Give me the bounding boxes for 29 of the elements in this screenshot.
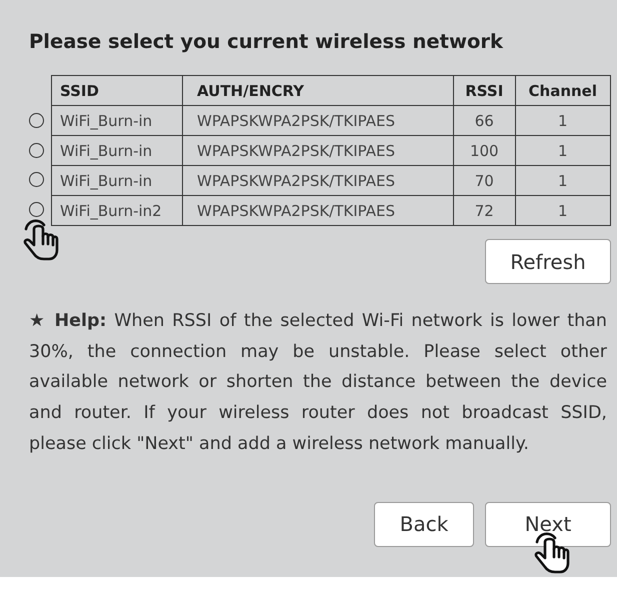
table-cell: 100 xyxy=(454,136,516,166)
radio-button[interactable] xyxy=(29,202,44,217)
refresh-button[interactable]: Refresh xyxy=(485,239,611,284)
radio-button[interactable] xyxy=(29,113,44,128)
table-cell: 1 xyxy=(515,106,610,136)
table-cell: 70 xyxy=(454,166,516,196)
column-header: AUTH/ENCRY xyxy=(182,76,454,106)
table-cell: 1 xyxy=(515,196,610,226)
table-cell: 66 xyxy=(454,106,516,136)
table-cell: WiFi_Burn-in xyxy=(52,136,182,166)
help-text: ★ Help: When RSSI of the selected Wi-Fi network is lower than 30%, the connection may be unstable. Please select other available network or shorten the distance between the device and router. If your wireless router does not broadcast SSID, please click "Next" and add a wireless network manually. xyxy=(29,310,607,456)
table-cell: 1 xyxy=(515,136,610,166)
table-cell: WiFi_Burn-in xyxy=(52,106,182,136)
nav-button[interactable]: Next xyxy=(485,502,611,547)
table-cell: 1 xyxy=(515,166,610,196)
table-cell: WiFi_Burn-in2 xyxy=(52,196,182,226)
page-title: Please select you current wireless network xyxy=(29,30,504,53)
table-cell: WiFi_Burn-in xyxy=(52,166,182,196)
radio-button[interactable] xyxy=(29,142,44,158)
table-cell: 72 xyxy=(454,196,516,226)
table-cell: WPAPSKWPA2PSK/TKIPAES xyxy=(182,106,454,136)
table-cell: WPAPSKWPA2PSK/TKIPAES xyxy=(182,136,454,166)
column-header: SSID xyxy=(52,76,182,106)
column-header: Channel xyxy=(515,76,610,106)
nav-button[interactable]: Back xyxy=(374,502,474,547)
column-header: RSSI xyxy=(454,76,516,106)
table-cell: WPAPSKWPA2PSK/TKIPAES xyxy=(182,166,454,196)
radio-button[interactable] xyxy=(29,172,44,188)
table-cell: WPAPSKWPA2PSK/TKIPAES xyxy=(182,196,454,226)
